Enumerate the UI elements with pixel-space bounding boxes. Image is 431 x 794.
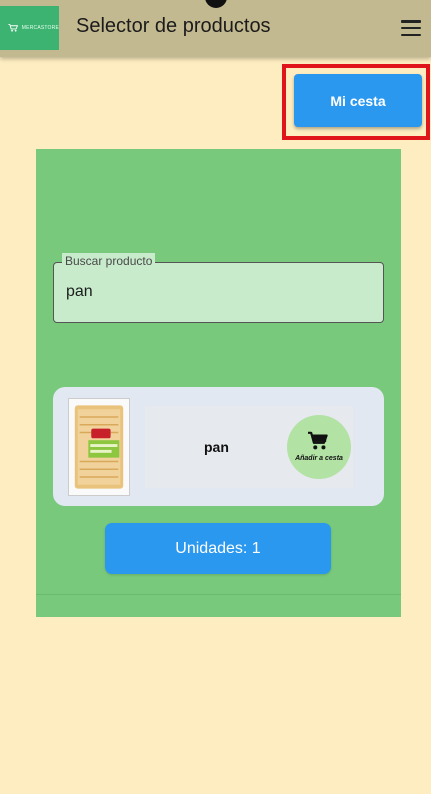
panel-divider bbox=[36, 594, 401, 595]
page: MERCASTORE Selector de productos Mi cest… bbox=[0, 0, 431, 794]
search-field-label: Buscar producto bbox=[62, 253, 156, 269]
page-title: Selector de productos bbox=[76, 15, 271, 37]
logo-text: MERCASTORE bbox=[21, 25, 59, 31]
app-bar: MERCASTORE Selector de productos bbox=[0, 0, 431, 57]
product-name: pan bbox=[204, 439, 229, 455]
search-input[interactable] bbox=[66, 281, 366, 303]
bread-product-image bbox=[68, 398, 130, 496]
cart-logo-icon bbox=[8, 23, 19, 32]
shopping-cart-icon bbox=[308, 431, 328, 450]
app-logo: MERCASTORE bbox=[0, 6, 59, 50]
add-to-cart-label: Añadir a cesta bbox=[295, 455, 343, 462]
my-cart-button[interactable]: Mi cesta bbox=[294, 74, 422, 127]
units-button[interactable]: Unidades: 1 bbox=[105, 523, 331, 574]
hamburger-menu-icon[interactable] bbox=[399, 17, 423, 39]
